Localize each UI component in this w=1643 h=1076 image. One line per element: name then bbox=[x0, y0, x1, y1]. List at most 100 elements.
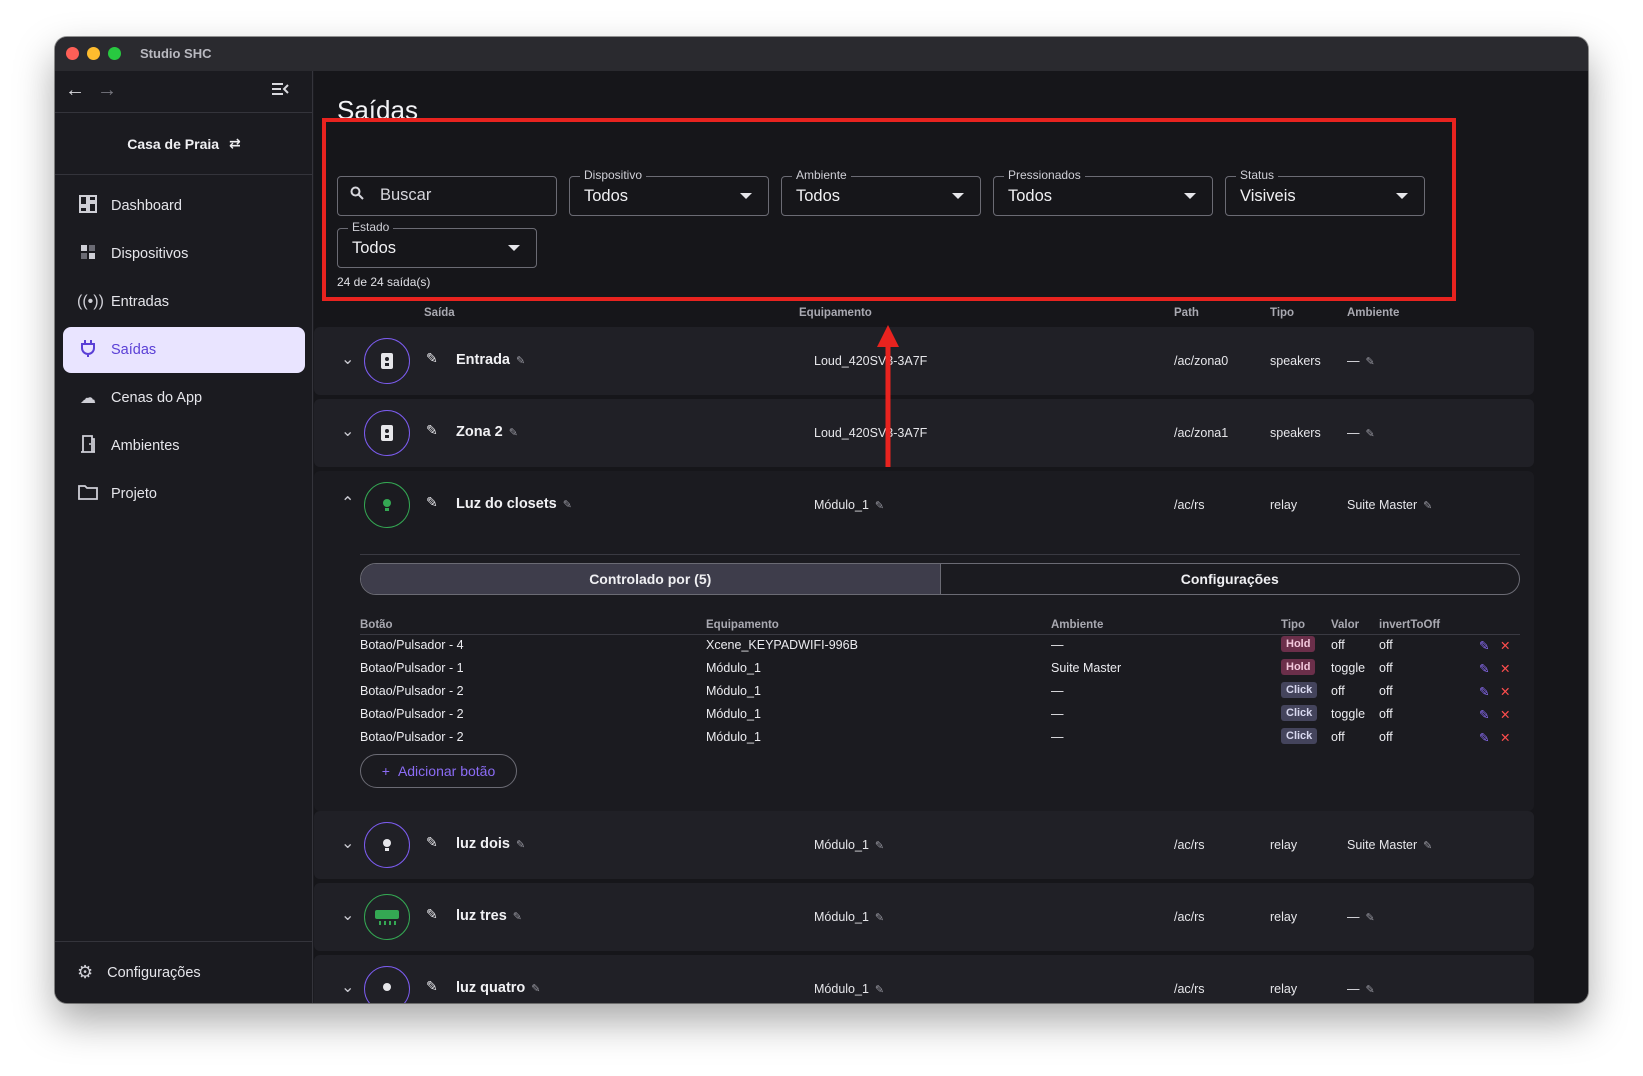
delete-icon[interactable]: ✕ bbox=[1500, 684, 1510, 699]
table-row[interactable]: ⌄ ✎ Zona 2 ✎ Loud_420SV3-3A7F /ac/zona1 s… bbox=[314, 399, 1534, 467]
chevron-down-icon[interactable]: ⌄ bbox=[341, 349, 354, 369]
back-arrow-icon[interactable]: ← bbox=[65, 79, 85, 102]
output-name-text: Entrada bbox=[456, 352, 510, 368]
chevron-down-icon[interactable]: ⌄ bbox=[341, 977, 354, 997]
invert-cell: off bbox=[1379, 730, 1393, 744]
chevron-up-icon[interactable]: ⌃ bbox=[341, 493, 354, 513]
edit-name-icon[interactable]: ✎ bbox=[509, 427, 518, 439]
edit-equipment-icon[interactable]: ✎ bbox=[875, 840, 884, 852]
sidebar-item-label: Projeto bbox=[111, 486, 157, 502]
annotation-arrow bbox=[877, 325, 899, 467]
valor-cell: toggle bbox=[1331, 661, 1366, 675]
forward-arrow-icon[interactable]: → bbox=[97, 79, 117, 102]
column-header-ambiente[interactable]: Ambiente bbox=[1347, 307, 1399, 319]
tipo-badge: Hold bbox=[1281, 636, 1316, 652]
project-switcher[interactable]: Casa de Praia ⇄ bbox=[55, 113, 313, 175]
edit-name-icon[interactable]: ✎ bbox=[516, 355, 525, 367]
edit-icon[interactable]: ✎ bbox=[426, 422, 438, 439]
output-type: speakers bbox=[1270, 426, 1321, 440]
table-row[interactable]: ⌄ ✎ luz quatro ✎ Módulo_1 ✎ /ac/rs relay —… bbox=[314, 955, 1534, 1003]
edit-ambiente-icon[interactable]: ✎ bbox=[1423, 840, 1432, 852]
delete-icon[interactable]: ✕ bbox=[1500, 661, 1510, 676]
chevron-down-icon[interactable]: ⌄ bbox=[341, 421, 354, 441]
zoom-window-button[interactable] bbox=[108, 47, 121, 60]
plug-icon bbox=[77, 339, 99, 362]
delete-icon[interactable]: ✕ bbox=[1500, 730, 1510, 745]
table-row[interactable]: ⌄ ✎ luz dois ✎ Módulo_1 ✎ /ac/rs relay Sui… bbox=[314, 811, 1534, 879]
output-type: relay bbox=[1270, 982, 1298, 996]
output-name-text: luz dois bbox=[456, 836, 510, 852]
edit-icon[interactable]: ✎ bbox=[426, 494, 438, 511]
column-header-equipamento[interactable]: Equipamento bbox=[799, 307, 872, 319]
delete-icon[interactable]: ✕ bbox=[1500, 707, 1510, 722]
edit-ambiente-icon[interactable]: ✎ bbox=[1366, 356, 1375, 368]
sidebar-item-dispositivos[interactable]: Dispositivos bbox=[63, 231, 305, 277]
edit-name-icon[interactable]: ✎ bbox=[531, 983, 540, 995]
sidebar-item-label: Dispositivos bbox=[111, 246, 189, 262]
table-row[interactable]: ⌄ ✎ luz tres ✎ Módulo_1 ✎ /ac/rs relay — ✎ bbox=[314, 883, 1534, 951]
equipamento-cell: Módulo_1 bbox=[706, 661, 761, 675]
edit-icon[interactable]: ✎ bbox=[1479, 730, 1489, 745]
edit-icon[interactable]: ✎ bbox=[1479, 638, 1489, 653]
column-header-path[interactable]: Path bbox=[1174, 307, 1199, 319]
dashboard-icon bbox=[77, 194, 99, 218]
ambiente-text: Suite Master bbox=[1347, 498, 1418, 512]
edit-ambiente-icon[interactable]: ✎ bbox=[1366, 428, 1375, 440]
edit-icon[interactable]: ✎ bbox=[426, 350, 438, 367]
edit-name-icon[interactable]: ✎ bbox=[563, 499, 572, 511]
output-path: /ac/rs bbox=[1174, 838, 1205, 852]
subcolumn-invert: invertToOff bbox=[1379, 619, 1441, 631]
table-row[interactable]: ⌄ ✎ Entrada ✎ Loud_420SV3-3A7F /ac/zona0 … bbox=[314, 327, 1534, 395]
output-ambiente: Suite Master ✎ bbox=[1347, 498, 1432, 512]
sidebar-item-saidas[interactable]: Saídas bbox=[63, 327, 305, 373]
equipment-text: Módulo_1 bbox=[814, 498, 869, 512]
window-title: Studio SHC bbox=[140, 46, 212, 61]
subcolumn-valor: Valor bbox=[1331, 619, 1360, 631]
edit-ambiente-icon[interactable]: ✎ bbox=[1423, 500, 1432, 512]
sidebar-item-projeto[interactable]: Projeto bbox=[63, 471, 305, 517]
edit-icon[interactable]: ✎ bbox=[426, 906, 438, 923]
equipamento-cell: Módulo_1 bbox=[706, 684, 761, 698]
edit-icon[interactable]: ✎ bbox=[426, 834, 438, 851]
add-button-label: Adicionar botão bbox=[397, 763, 496, 779]
delete-icon[interactable]: ✕ bbox=[1500, 638, 1510, 653]
edit-equipment-icon[interactable]: ✎ bbox=[875, 500, 884, 512]
bulb-icon bbox=[364, 822, 410, 868]
table-row[interactable]: ⌃ ✎ Luz do closets ✎ Módulo_1 ✎ /ac/rs rel… bbox=[314, 471, 1534, 539]
column-header-tipo[interactable]: Tipo bbox=[1270, 307, 1294, 319]
edit-icon[interactable]: ✎ bbox=[1479, 707, 1489, 722]
edit-name-icon[interactable]: ✎ bbox=[516, 839, 525, 851]
sidebar-item-dashboard[interactable]: Dashboard bbox=[63, 183, 305, 229]
output-equipment: Loud_420SV3-3A7F bbox=[814, 426, 928, 440]
output-equipment: Módulo_1 ✎ bbox=[814, 910, 884, 924]
list-item: Botao/Pulsador - 1 Módulo_1 Suite Master… bbox=[314, 657, 1534, 680]
edit-ambiente-icon[interactable]: ✎ bbox=[1366, 984, 1375, 996]
sidebar-item-ambientes[interactable]: Ambientes bbox=[63, 423, 305, 469]
add-button[interactable]: + Adicionar botão bbox=[360, 754, 517, 788]
sidebar-item-entradas[interactable]: ((•)) Entradas bbox=[63, 279, 305, 325]
edit-equipment-icon[interactable]: ✎ bbox=[875, 984, 884, 996]
edit-icon[interactable]: ✎ bbox=[426, 978, 438, 995]
tab-controlado-por[interactable]: Controlado por (5) bbox=[361, 564, 941, 594]
output-equipment: Módulo_1 ✎ bbox=[814, 838, 884, 852]
close-window-button[interactable] bbox=[66, 47, 79, 60]
edit-ambiente-icon[interactable]: ✎ bbox=[1366, 912, 1375, 924]
sidebar-item-label: Ambientes bbox=[111, 438, 180, 454]
edit-icon[interactable]: ✎ bbox=[1479, 684, 1489, 699]
sidebar-item-configuracoes[interactable]: ⚙ Configurações bbox=[55, 941, 313, 1003]
edit-equipment-icon[interactable]: ✎ bbox=[875, 912, 884, 924]
tab-configuracoes[interactable]: Configurações bbox=[941, 564, 1520, 594]
sidebar-item-cenas[interactable]: ☁ Cenas do App bbox=[63, 375, 305, 421]
botao-cell: Botao/Pulsador - 2 bbox=[360, 730, 464, 744]
column-header-saida[interactable]: Saída bbox=[424, 307, 455, 319]
edit-icon[interactable]: ✎ bbox=[1479, 661, 1489, 676]
collapse-menu-icon[interactable] bbox=[270, 79, 290, 105]
edit-name-icon[interactable]: ✎ bbox=[513, 911, 522, 923]
chevron-down-icon[interactable]: ⌄ bbox=[341, 905, 354, 925]
cloud-icon: ☁ bbox=[80, 390, 96, 407]
ambiente-cell: — bbox=[1051, 730, 1064, 744]
nav-list: Dashboard Dispositivos ((•)) Entradas Sa… bbox=[63, 183, 305, 519]
chevron-down-icon[interactable]: ⌄ bbox=[341, 833, 354, 853]
minimize-window-button[interactable] bbox=[87, 47, 100, 60]
tab-toggle: Controlado por (5) Configurações bbox=[360, 563, 1520, 595]
